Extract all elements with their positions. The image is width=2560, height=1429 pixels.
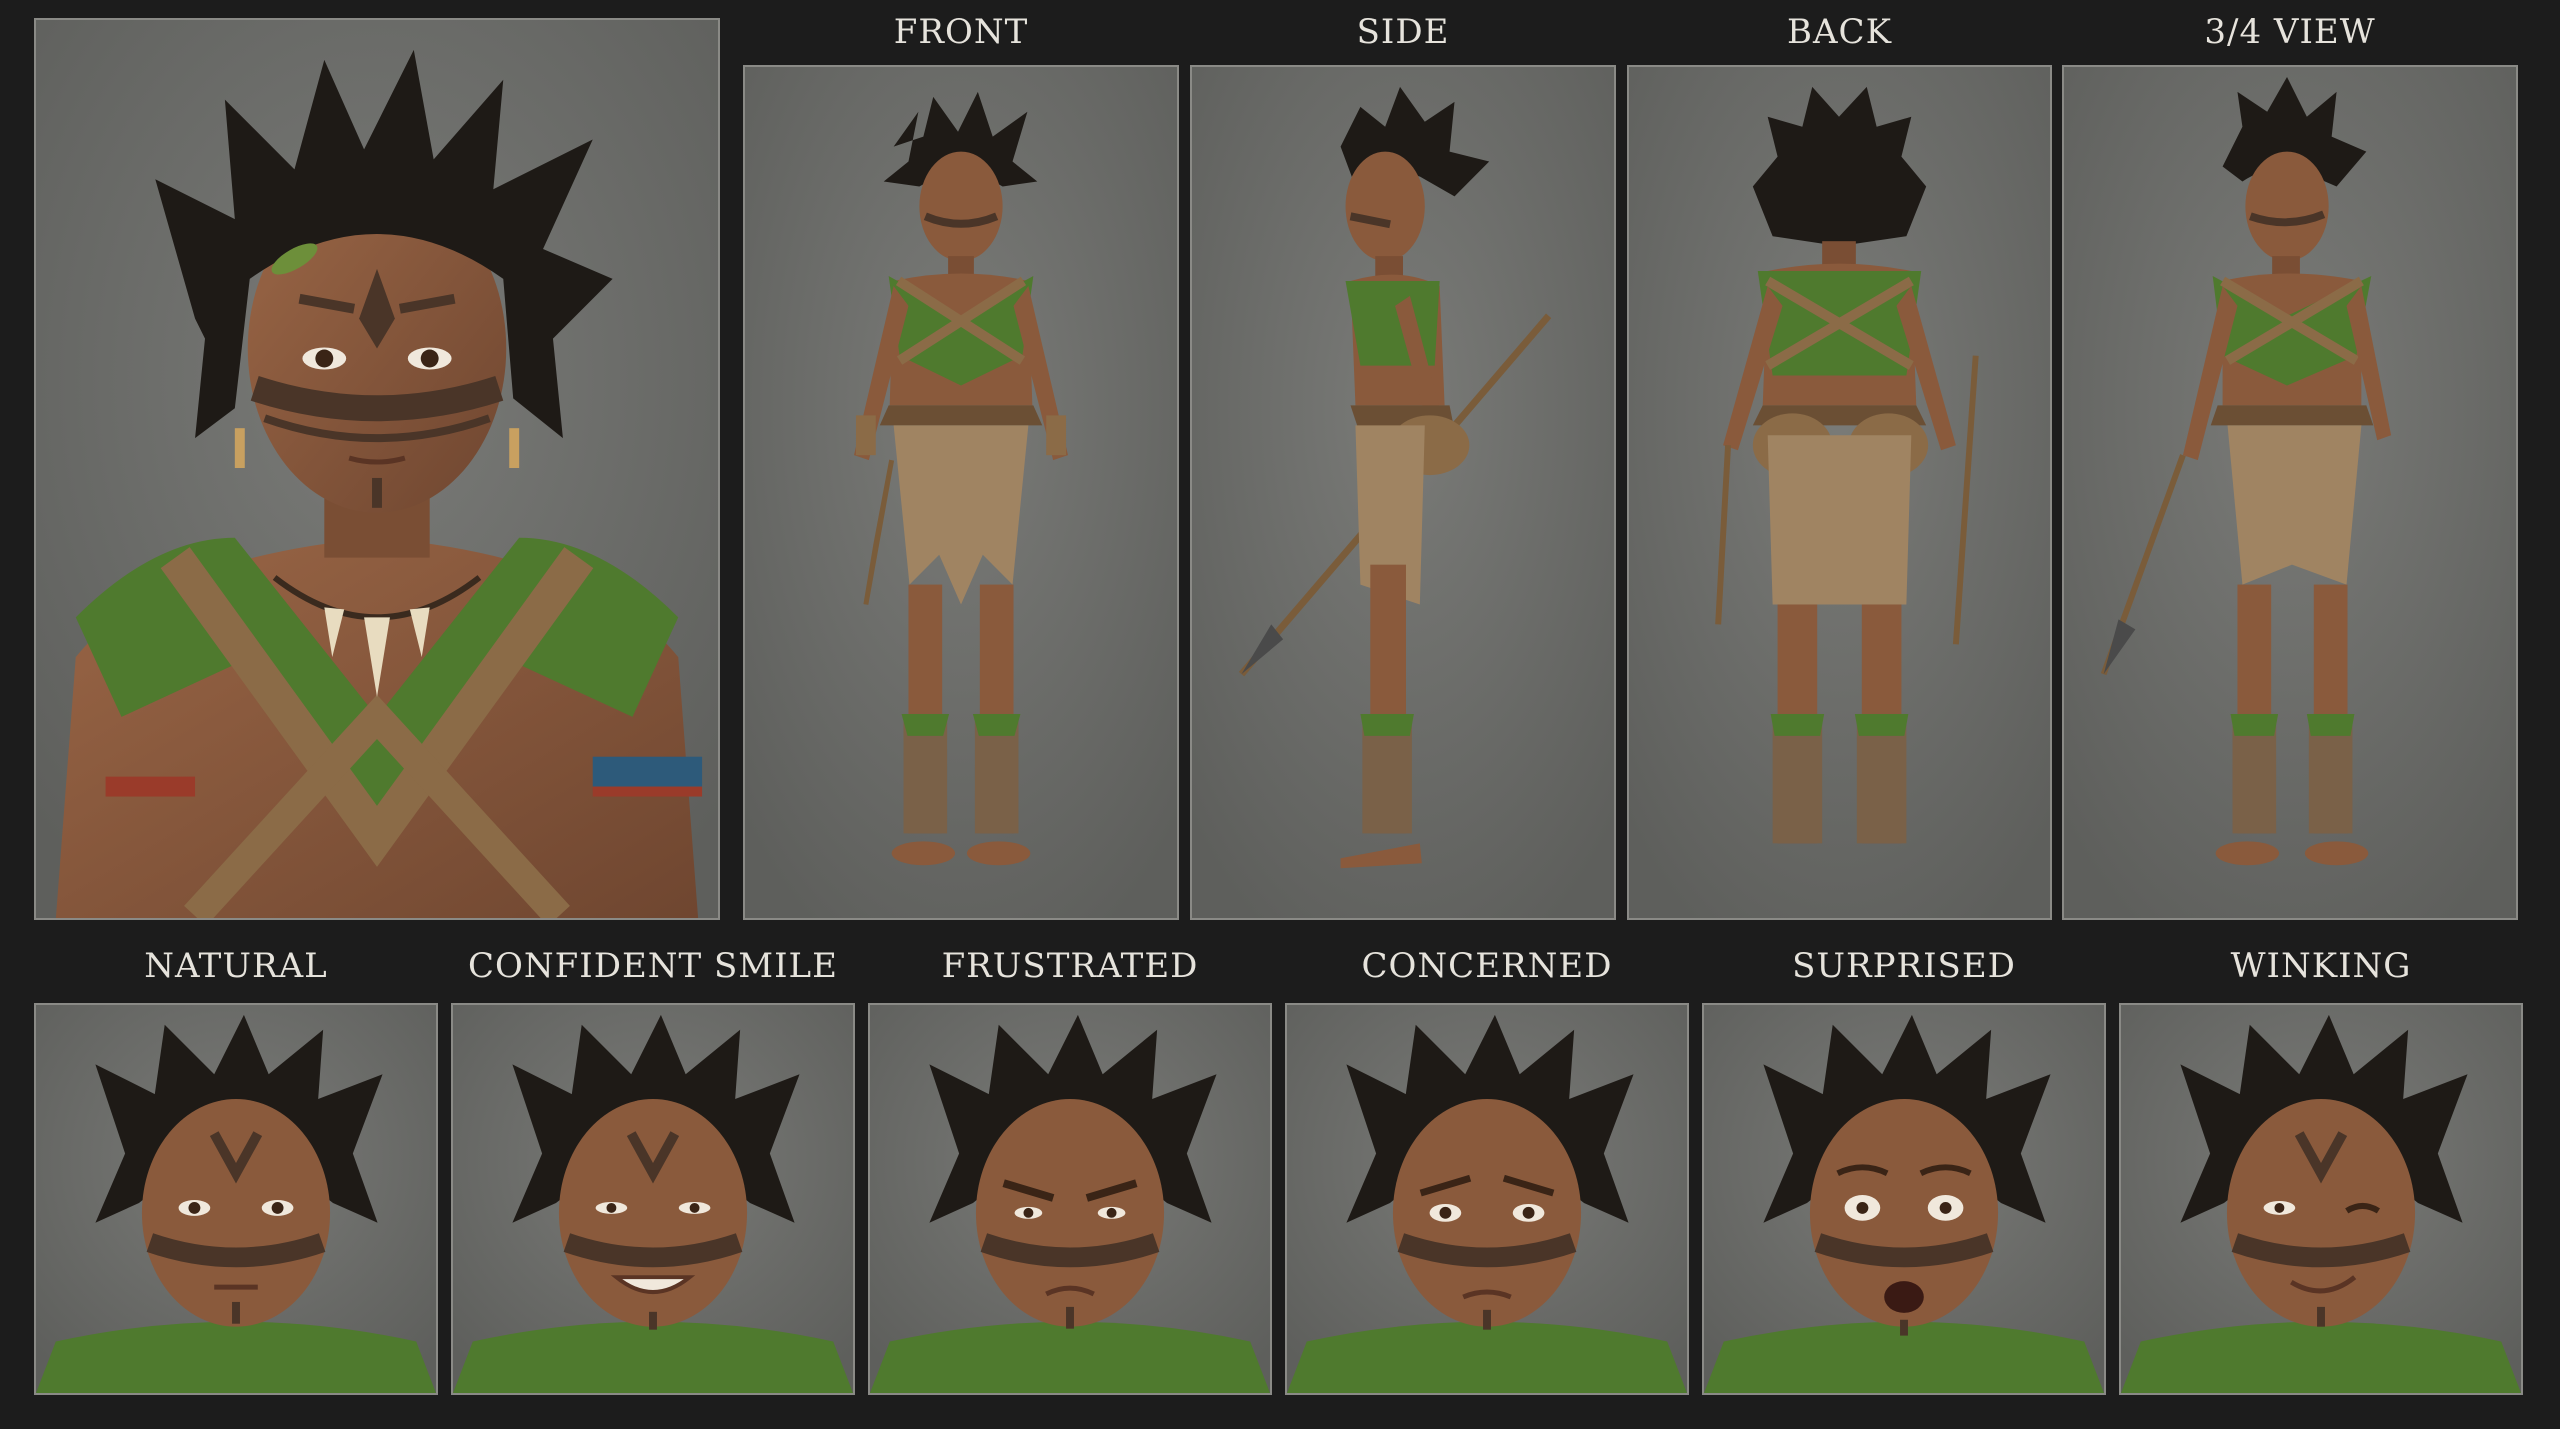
face-surprised (1704, 1005, 2104, 1393)
three-quarter-view-panel (2062, 65, 2518, 920)
face-frustrated (870, 1005, 1270, 1393)
side-view-figure (1192, 67, 1614, 918)
view-label-side: SIDE (1356, 12, 1450, 52)
portrait-illustration (36, 20, 718, 918)
expression-label-natural: NATURAL (144, 946, 328, 986)
face-winking (2121, 1005, 2521, 1393)
expression-label-winking: WINKING (2230, 946, 2412, 986)
expression-label-confident-smile: CONFIDENT SMILE (468, 946, 838, 986)
face-confident-smile (453, 1005, 853, 1393)
face-natural (36, 1005, 436, 1393)
expression-label-concerned: CONCERNED (1361, 946, 1613, 986)
front-view-panel (743, 65, 1179, 920)
character-sheet: FRONT SIDE BACK 3/4 VIEW NATURAL CONFIDE… (0, 0, 2560, 1429)
expression-confident-smile-panel (451, 1003, 855, 1395)
back-view-figure (1629, 67, 2050, 918)
expression-concerned-panel (1285, 1003, 1689, 1395)
back-view-panel (1627, 65, 2052, 920)
front-view-figure (745, 67, 1177, 918)
expression-natural-panel (34, 1003, 438, 1395)
expression-frustrated-panel (868, 1003, 1272, 1395)
expression-label-surprised: SURPRISED (1792, 946, 2016, 986)
expression-winking-panel (2119, 1003, 2523, 1395)
view-label-front: FRONT (893, 12, 1029, 52)
three-quarter-view-figure (2064, 67, 2516, 918)
expression-surprised-panel (1702, 1003, 2106, 1395)
face-concerned (1287, 1005, 1687, 1393)
character-portrait (34, 18, 720, 920)
view-label-back: BACK (1787, 12, 1892, 52)
expression-label-frustrated: FRUSTRATED (941, 946, 1199, 986)
side-view-panel (1190, 65, 1616, 920)
view-label-three-quarter: 3/4 VIEW (2204, 12, 2376, 52)
